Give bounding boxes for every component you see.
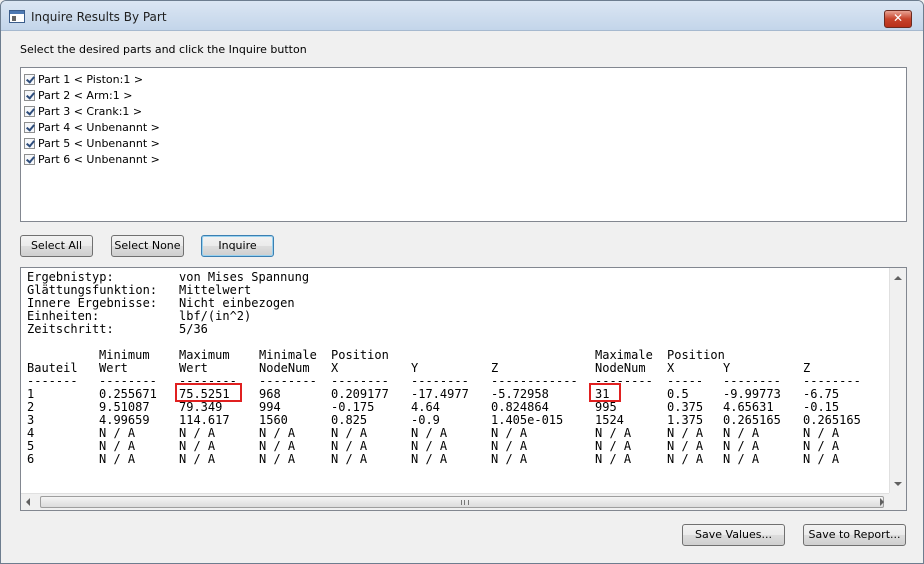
part-item[interactable]: Part 2 < Arm:1 > [24,87,132,103]
scroll-up-arrow-icon[interactable] [894,276,902,280]
instruction-text: Select the desired parts and click the I… [20,43,307,56]
part-label: Part 6 < Unbenannt > [38,152,160,166]
scroll-down-arrow-icon[interactable] [894,482,902,486]
close-button[interactable]: ✕ [884,10,912,28]
table-cell: N / A [411,452,448,466]
table-cell: N / A [491,452,528,466]
highlight-max-nodenum [589,383,621,402]
part-checkbox[interactable] [24,105,35,117]
save-values-button[interactable]: Save Values... [682,524,785,546]
part-item[interactable]: Part 5 < Unbenannt > [24,135,160,151]
table-cell: N / A [723,452,760,466]
part-checkbox[interactable] [24,137,35,149]
table-cell: N / A [803,452,840,466]
horizontal-scroll-thumb[interactable] [40,496,884,508]
table-cell: N / A [595,452,632,466]
part-checkbox[interactable] [24,121,35,133]
inquire-results-dialog: Inquire Results By Part ✕ Select the des… [0,0,924,564]
part-label: Part 1 < Piston:1 > [38,72,144,86]
inquire-button[interactable]: Inquire [201,235,274,257]
meta-key: Zeitschritt: [27,322,114,336]
table-cell: N / A [259,452,296,466]
results-panel: Ergebnistyp: von Mises Spannung Glättungsf… [20,267,907,511]
title-bar[interactable]: Inquire Results By Part ✕ [1,1,923,31]
part-checkbox[interactable] [24,153,35,165]
part-item[interactable]: Part 6 < Unbenannt > [24,151,160,167]
part-checkbox[interactable] [24,73,35,85]
window-title: Inquire Results By Part [31,10,167,24]
scroll-grip-icon [461,500,469,505]
table-cell: N / A [331,452,368,466]
meta-value: 5/36 [179,322,208,336]
part-checkbox[interactable] [24,89,35,101]
header-position: Position [331,348,389,362]
table-cell: N / A [179,452,216,466]
highlight-max-value [175,383,242,402]
part-item[interactable]: Part 1 < Piston:1 > [24,71,143,87]
header-position: Position [667,348,725,362]
part-label: Part 5 < Unbenannt > [38,136,160,150]
window-icon [9,10,25,23]
part-label: Part 3 < Crank:1 > [38,104,143,118]
save-to-report-button[interactable]: Save to Report... [803,524,906,546]
part-item[interactable]: Part 4 < Unbenannt > [24,119,160,135]
select-none-button[interactable]: Select None [111,235,184,257]
table-cell: 6 [27,452,35,466]
scroll-right-arrow-icon[interactable] [880,498,884,506]
table-cell: N / A [667,452,704,466]
column-separator: ------- [27,374,78,388]
parts-list[interactable]: Part 1 < Piston:1 > Part 2 < Arm:1 > Part … [20,67,907,222]
scroll-left-arrow-icon[interactable] [26,498,30,506]
table-cell: N / A [99,452,136,466]
scrollbar-corner [889,493,906,510]
vertical-scrollbar[interactable] [889,268,906,494]
part-item[interactable]: Part 3 < Crank:1 > [24,103,142,119]
horizontal-scrollbar[interactable] [21,493,906,510]
part-label: Part 4 < Unbenannt > [38,120,160,134]
select-all-button[interactable]: Select All [20,235,93,257]
part-label: Part 2 < Arm:1 > [38,88,133,102]
